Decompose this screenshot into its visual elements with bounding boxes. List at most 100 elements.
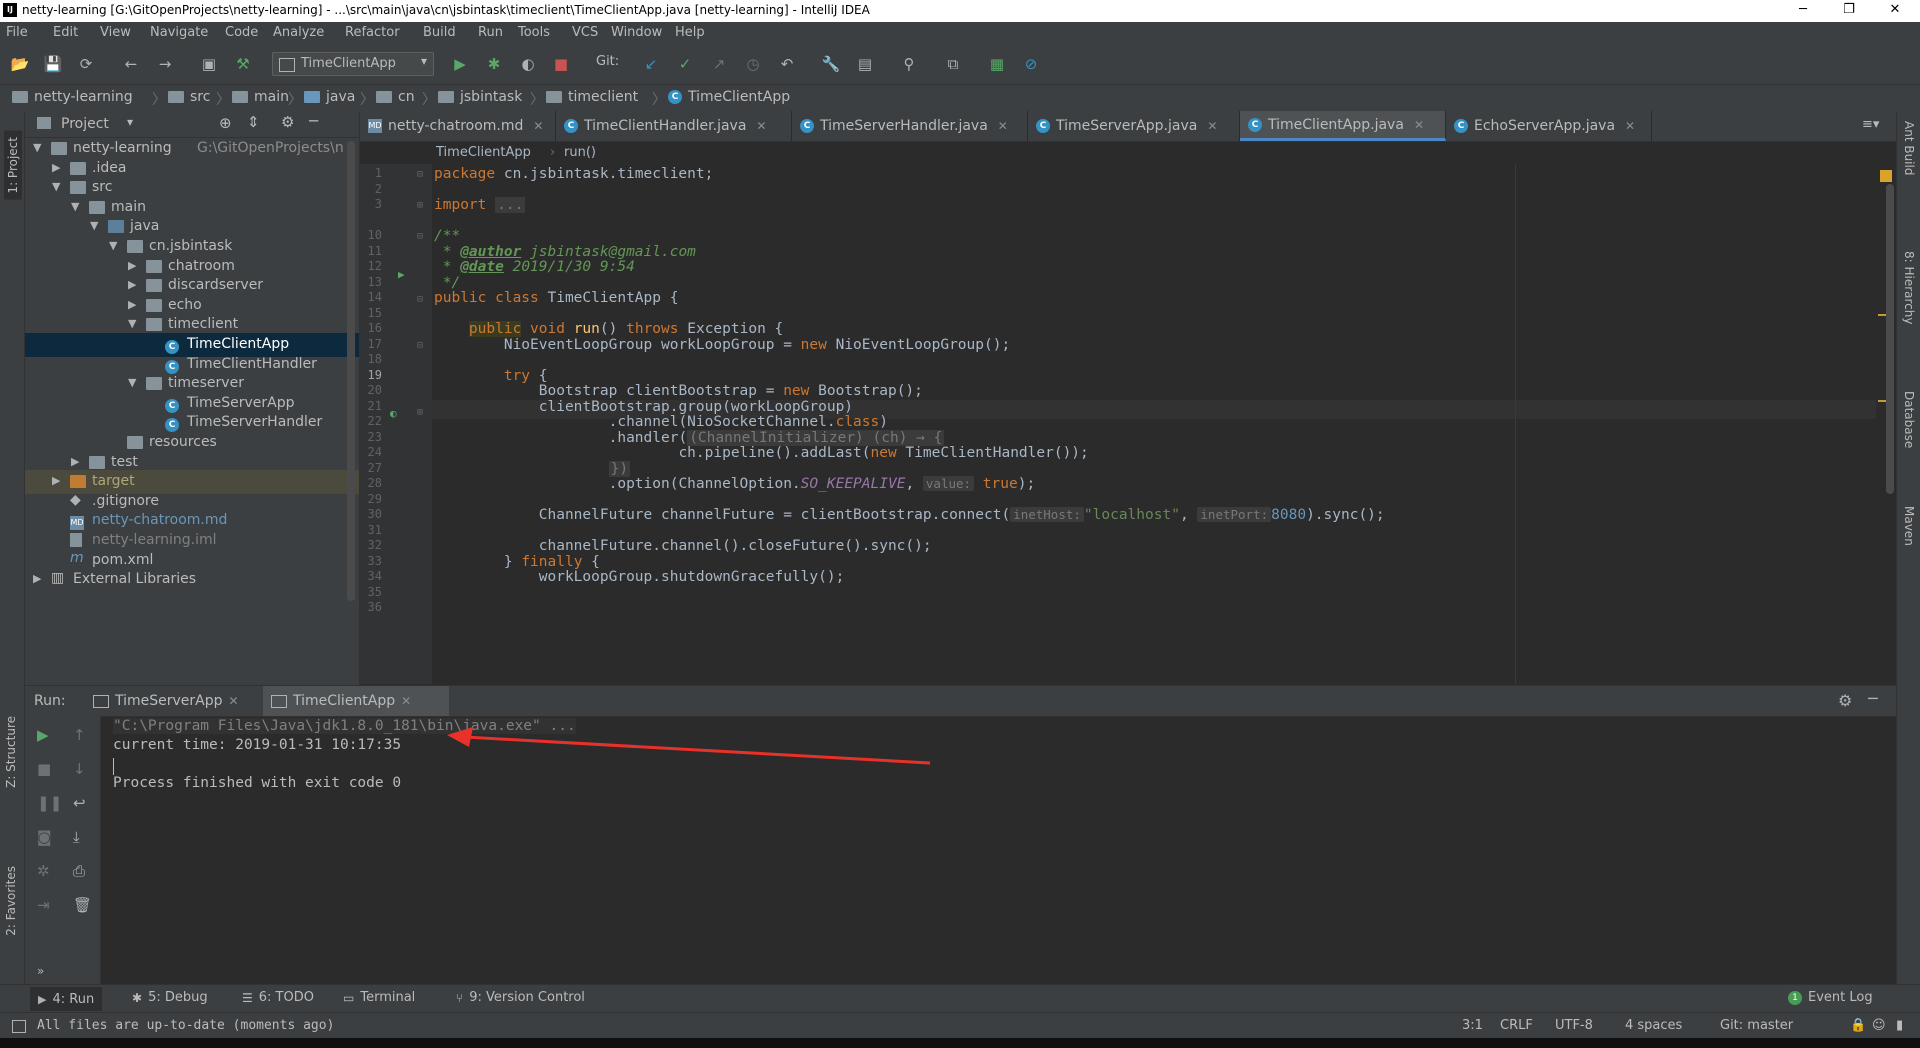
editor-crumb-method[interactable]: run() xyxy=(564,145,596,160)
menu-view[interactable]: View xyxy=(100,25,131,40)
down-arrow-icon[interactable]: ↓ xyxy=(73,760,86,778)
debug-bug-icon[interactable]: ✱ xyxy=(484,54,504,74)
locate-target-icon[interactable]: ⊕ xyxy=(219,114,232,132)
close-tab-icon[interactable]: ✕ xyxy=(998,119,1008,133)
collapse-arrow-icon[interactable]: ▶ xyxy=(128,298,136,311)
database-tool-tab[interactable]: Database xyxy=(1902,391,1916,448)
close-tab-icon[interactable]: ✕ xyxy=(756,119,766,133)
fold-marker-icon[interactable]: ⊞ xyxy=(417,407,423,418)
tab-list-menu-icon[interactable]: ≡▾ xyxy=(1862,117,1879,132)
git-push-icon[interactable]: ↗ xyxy=(709,54,729,74)
crumb-project[interactable]: netty-learning xyxy=(12,89,133,105)
menu-window[interactable]: Window xyxy=(611,25,662,40)
folded-imports[interactable]: ... xyxy=(495,197,526,213)
favorites-tool-tab[interactable]: 2: Favorites xyxy=(4,866,18,936)
tab-timeserverapp[interactable]: C TimeServerApp.java ✕ xyxy=(1028,111,1240,141)
more-chevron-icon[interactable]: » xyxy=(37,964,44,978)
stop-icon[interactable]: ■ xyxy=(37,760,51,778)
fold-marker-icon[interactable]: ⊟ xyxy=(417,294,423,305)
project-structure-folder-icon[interactable]: ▤ xyxy=(855,54,875,74)
close-tab-icon[interactable]: ✕ xyxy=(1625,119,1635,133)
maven-tool-tab[interactable]: Maven xyxy=(1902,506,1916,546)
run-class-gutter-icon[interactable]: ▶ xyxy=(398,268,405,281)
collapse-arrow-icon[interactable]: ▶ xyxy=(128,259,136,272)
folded-lambda[interactable]: (ChannelInitializer) (ch) → { xyxy=(687,430,945,446)
fold-marker-icon[interactable]: ⊟ xyxy=(417,231,423,242)
tree-scrollbar[interactable] xyxy=(347,141,355,601)
tree-item[interactable]: ▶ ▥ External Libraries xyxy=(25,568,359,592)
scroll-to-end-icon[interactable]: ⤓ xyxy=(73,828,80,846)
fold-marker-icon[interactable]: ⊟ xyxy=(417,169,423,180)
menu-vcs[interactable]: VCS xyxy=(572,25,598,40)
save-all-icon[interactable]: 💾 xyxy=(43,54,63,74)
expand-arrow-icon[interactable]: ▼ xyxy=(109,239,117,252)
settings-wrench-icon[interactable]: 🔧 xyxy=(821,54,841,74)
folded-lambda-end[interactable]: }) xyxy=(608,461,631,477)
fold-marker-icon[interactable]: ⊞ xyxy=(417,200,423,211)
menu-analyze[interactable]: Analyze xyxy=(273,25,324,40)
maximize-button[interactable]: ❐ xyxy=(1826,0,1872,22)
bottom-tab-debug[interactable]: ✱ 5: Debug xyxy=(132,990,208,1005)
collapse-arrow-icon[interactable]: ▶ xyxy=(52,474,60,487)
expand-arrow-icon[interactable]: ▼ xyxy=(52,180,60,193)
rerun-icon[interactable]: ▶ xyxy=(37,726,49,744)
editor-error-stripe[interactable] xyxy=(1876,164,1896,684)
editor-scrollbar[interactable] xyxy=(1886,184,1894,494)
git-commit-check-icon[interactable]: ✓ xyxy=(675,54,695,74)
bottom-tab-run[interactable]: ▶ 4: Run xyxy=(30,987,103,1011)
menu-build[interactable]: Build xyxy=(423,25,456,40)
run-tab-timeserverapp[interactable]: TimeServerApp ✕ xyxy=(85,686,271,716)
close-tab-icon[interactable]: ✕ xyxy=(401,694,411,708)
menu-run[interactable]: Run xyxy=(478,25,503,40)
coverage-icon[interactable]: ◐ xyxy=(518,54,538,74)
caret-position[interactable]: 3:1 xyxy=(1462,1018,1483,1033)
statistic-chart-icon[interactable]: ▦ xyxy=(987,54,1007,74)
editor-crumb-class[interactable]: TimeClientApp xyxy=(436,145,531,160)
tab-echoserverapp[interactable]: C EchoServerApp.java ✕ xyxy=(1446,111,1652,141)
git-branch[interactable]: Git: master xyxy=(1720,1018,1793,1033)
pause-icon[interactable]: ❚❚ xyxy=(37,794,62,812)
project-view-select[interactable]: Project xyxy=(61,116,109,132)
implement-gutter-icon[interactable]: ◐ xyxy=(390,407,397,420)
indent-setting[interactable]: 4 spaces xyxy=(1625,1018,1682,1033)
expand-arrow-icon[interactable]: ▼ xyxy=(71,200,79,213)
trash-clear-icon[interactable]: 🗑 xyxy=(73,896,92,914)
expand-arrow-icon[interactable]: ▼ xyxy=(90,219,98,232)
expand-arrow-icon[interactable]: ▼ xyxy=(128,317,136,330)
forward-arrow-icon[interactable]: → xyxy=(155,54,175,74)
gear-icon[interactable]: ⚙ xyxy=(281,113,294,131)
tab-timeclientapp[interactable]: C TimeClientApp.java ✕ xyxy=(1240,111,1446,141)
menu-navigate[interactable]: Navigate xyxy=(150,25,208,40)
analysis-warning-icon[interactable] xyxy=(1880,170,1892,182)
crumb-java[interactable]: java xyxy=(304,89,355,105)
collapse-arrow-icon[interactable]: ▶ xyxy=(33,572,41,585)
collapse-all-icon[interactable]: ⇕ xyxy=(247,113,260,131)
bottom-tab-event-log[interactable]: 1 Event Log xyxy=(1788,990,1873,1005)
soft-wrap-icon[interactable]: ↩ xyxy=(73,794,86,812)
open-folder-icon[interactable]: 📂 xyxy=(10,54,30,74)
run-console-output[interactable]: "C:\Program Files\Java\jdk1.8.0_181\bin\… xyxy=(113,718,1883,978)
gear-icon[interactable]: ⚙ xyxy=(1838,691,1852,710)
git-update-icon[interactable]: ↙ xyxy=(641,54,661,74)
memory-indicator-icon[interactable]: ▮ xyxy=(1896,1018,1903,1033)
close-button[interactable]: ✕ xyxy=(1872,0,1918,22)
search-icon[interactable]: ⚲ xyxy=(899,54,919,74)
project-structure-icon[interactable]: ▣ xyxy=(199,54,219,74)
code-editor[interactable]: package cn.jsbintask.timeclient; import … xyxy=(432,164,1876,684)
crumb-class[interactable]: C TimeClientApp xyxy=(668,89,790,105)
menu-refactor[interactable]: Refactor xyxy=(345,25,400,40)
exit-icon[interactable]: ⇥ xyxy=(37,896,50,914)
collapse-arrow-icon[interactable]: ▶ xyxy=(52,161,60,174)
menu-edit[interactable]: Edit xyxy=(53,25,78,40)
bottom-tab-terminal[interactable]: ▭ Terminal xyxy=(343,990,415,1005)
line-separator[interactable]: CRLF xyxy=(1500,1018,1533,1033)
crumb-src[interactable]: src xyxy=(168,89,210,105)
close-tab-icon[interactable]: ✕ xyxy=(1414,118,1424,132)
camera-dump-icon[interactable]: ◙ xyxy=(37,828,52,846)
print-icon[interactable]: ⎙ xyxy=(73,862,85,880)
project-tool-tab[interactable]: 1: Project xyxy=(4,131,22,200)
expand-arrow-icon[interactable]: ▼ xyxy=(33,141,41,154)
stop-icon[interactable]: ■ xyxy=(551,54,571,74)
vcs-operations-icon[interactable]: ⧉ xyxy=(943,54,963,74)
inspector-face-icon[interactable]: ☺ xyxy=(1872,1018,1886,1033)
